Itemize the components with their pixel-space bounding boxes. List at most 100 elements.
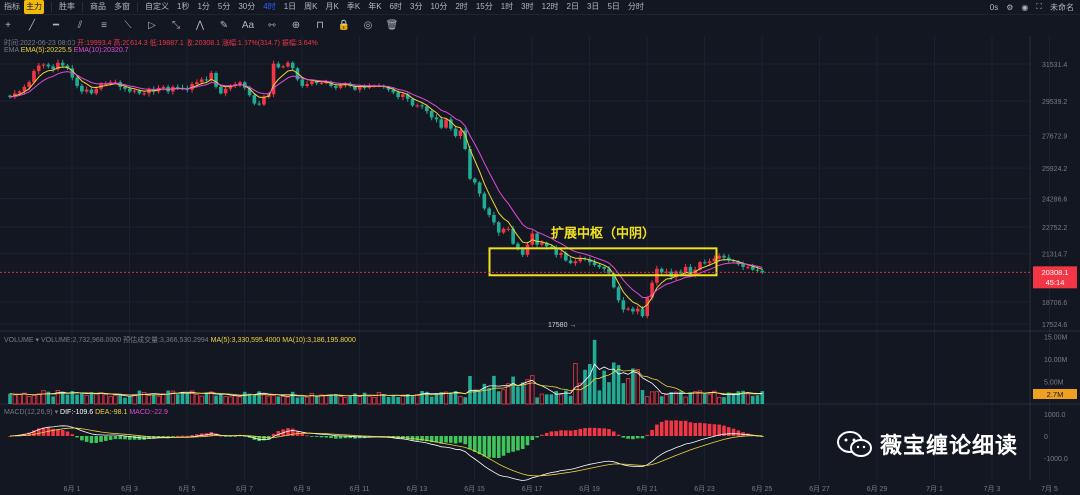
macd-bar (319, 436, 324, 438)
candle-body (707, 261, 712, 264)
x-tick-label: 6月 19 (579, 485, 600, 493)
macd-bar (334, 436, 338, 439)
volume-bar (137, 390, 142, 404)
macd-bar (578, 428, 583, 436)
volume-bar (214, 395, 218, 404)
volume-tick-label: 5.00M (1044, 379, 1064, 386)
macd-bar (300, 433, 305, 436)
macd-bar (305, 435, 309, 437)
x-tick-label: 7月 1 (926, 485, 943, 493)
candle-body (602, 266, 606, 269)
volume-bar (271, 395, 276, 405)
candle-body (276, 63, 281, 68)
candle-body (300, 79, 305, 86)
volume-bar (755, 395, 760, 404)
last-price-text: 20308.1 (1041, 268, 1068, 277)
macd-bar (645, 434, 650, 436)
macd-bar (501, 436, 506, 456)
candle-body (281, 66, 285, 68)
candle-body (506, 228, 511, 230)
macd-bar (664, 420, 669, 436)
candle-body (616, 287, 621, 301)
candle-body (597, 265, 602, 267)
macd-bar (530, 436, 535, 440)
volume-bar (89, 392, 94, 404)
macd-hist: MACD:-22.9 (129, 409, 168, 416)
macd-bar (616, 434, 621, 436)
macd-bar (89, 436, 94, 444)
candle-body (75, 77, 79, 86)
macd-bar (171, 436, 175, 437)
candle-body (46, 64, 51, 67)
macd-bar (496, 436, 501, 458)
macd-bar (118, 436, 123, 440)
volume-bar (31, 394, 37, 405)
x-tick-label: 6月 13 (407, 485, 428, 493)
candle-body (702, 262, 707, 264)
volume-bar (26, 396, 32, 405)
macd-bar (166, 436, 170, 437)
price-chart[interactable]: 扩展中枢（中阴） 17580 → 20308.145:14 31531.4 29539.… (0, 0, 1080, 495)
candle-body (535, 233, 539, 245)
volume-bar (568, 395, 573, 404)
macd-bar (65, 431, 70, 436)
candle-body (472, 178, 477, 183)
macd-bar (736, 430, 741, 436)
candle-body (60, 62, 65, 66)
macd-bar (94, 436, 99, 443)
candle-body (439, 119, 444, 128)
macd-bar (650, 429, 654, 436)
volume-bar (156, 395, 161, 405)
volume-bar (280, 396, 286, 405)
volume-label[interactable]: VOLUME (4, 337, 34, 344)
candle-body (17, 91, 22, 94)
macd-bar (655, 424, 659, 436)
macd-bar (80, 436, 84, 441)
volume-tick-label: 15.00M (1044, 334, 1068, 341)
volume-bar (80, 393, 84, 404)
candle-body (568, 260, 573, 264)
volume-bar (65, 394, 70, 404)
x-tick-label: 6月 9 (294, 485, 311, 493)
macd-bar (511, 436, 515, 452)
volume-bar (118, 394, 123, 404)
candle-body (262, 97, 266, 105)
ema10-line (9, 71, 763, 298)
volume-bar (535, 397, 539, 404)
x-tick-label: 6月 23 (694, 485, 715, 493)
macd-bar (516, 436, 520, 451)
macd-bar (568, 430, 573, 436)
price-tick-label: 25924.2 (1042, 166, 1067, 173)
candle-body (41, 64, 46, 66)
macd-bar (492, 436, 496, 458)
macd-bar (631, 436, 635, 440)
candle-body (746, 266, 750, 268)
candle-body (559, 252, 563, 255)
macd-bar (104, 436, 108, 441)
macd-bar (506, 436, 511, 453)
candle-body (487, 208, 491, 215)
candle-body (420, 105, 424, 107)
candle-body (51, 66, 55, 70)
candle-body (84, 89, 89, 92)
volume-bar (41, 390, 46, 405)
volume-bar (261, 393, 267, 405)
volume-bar (482, 383, 487, 404)
macd-legend: MACD(12,26,9) ▾ DIF:-109.6 DEA:-98.1 MAC… (4, 409, 168, 416)
volume-bar (611, 362, 616, 404)
candle-body (338, 85, 343, 88)
macd-bar (573, 429, 578, 436)
volume-bar (12, 394, 17, 405)
volume-bar (549, 394, 554, 404)
wechat-icon (836, 429, 874, 459)
volume-bar (252, 394, 257, 404)
macd-bar (693, 423, 698, 436)
volume-legend: VOLUME ▾ VOLUME:2,732,968.0000 预估成交量:3,3… (4, 337, 356, 344)
macd-bar (520, 436, 525, 450)
x-tick-label: 6月 21 (637, 485, 658, 493)
price-tick-label: 21314.7 (1042, 252, 1067, 259)
volume-bar (276, 396, 281, 404)
volume-bar (683, 396, 688, 405)
macd-label[interactable]: MACD(12,26,9) (4, 409, 53, 416)
candle-body (520, 249, 525, 255)
